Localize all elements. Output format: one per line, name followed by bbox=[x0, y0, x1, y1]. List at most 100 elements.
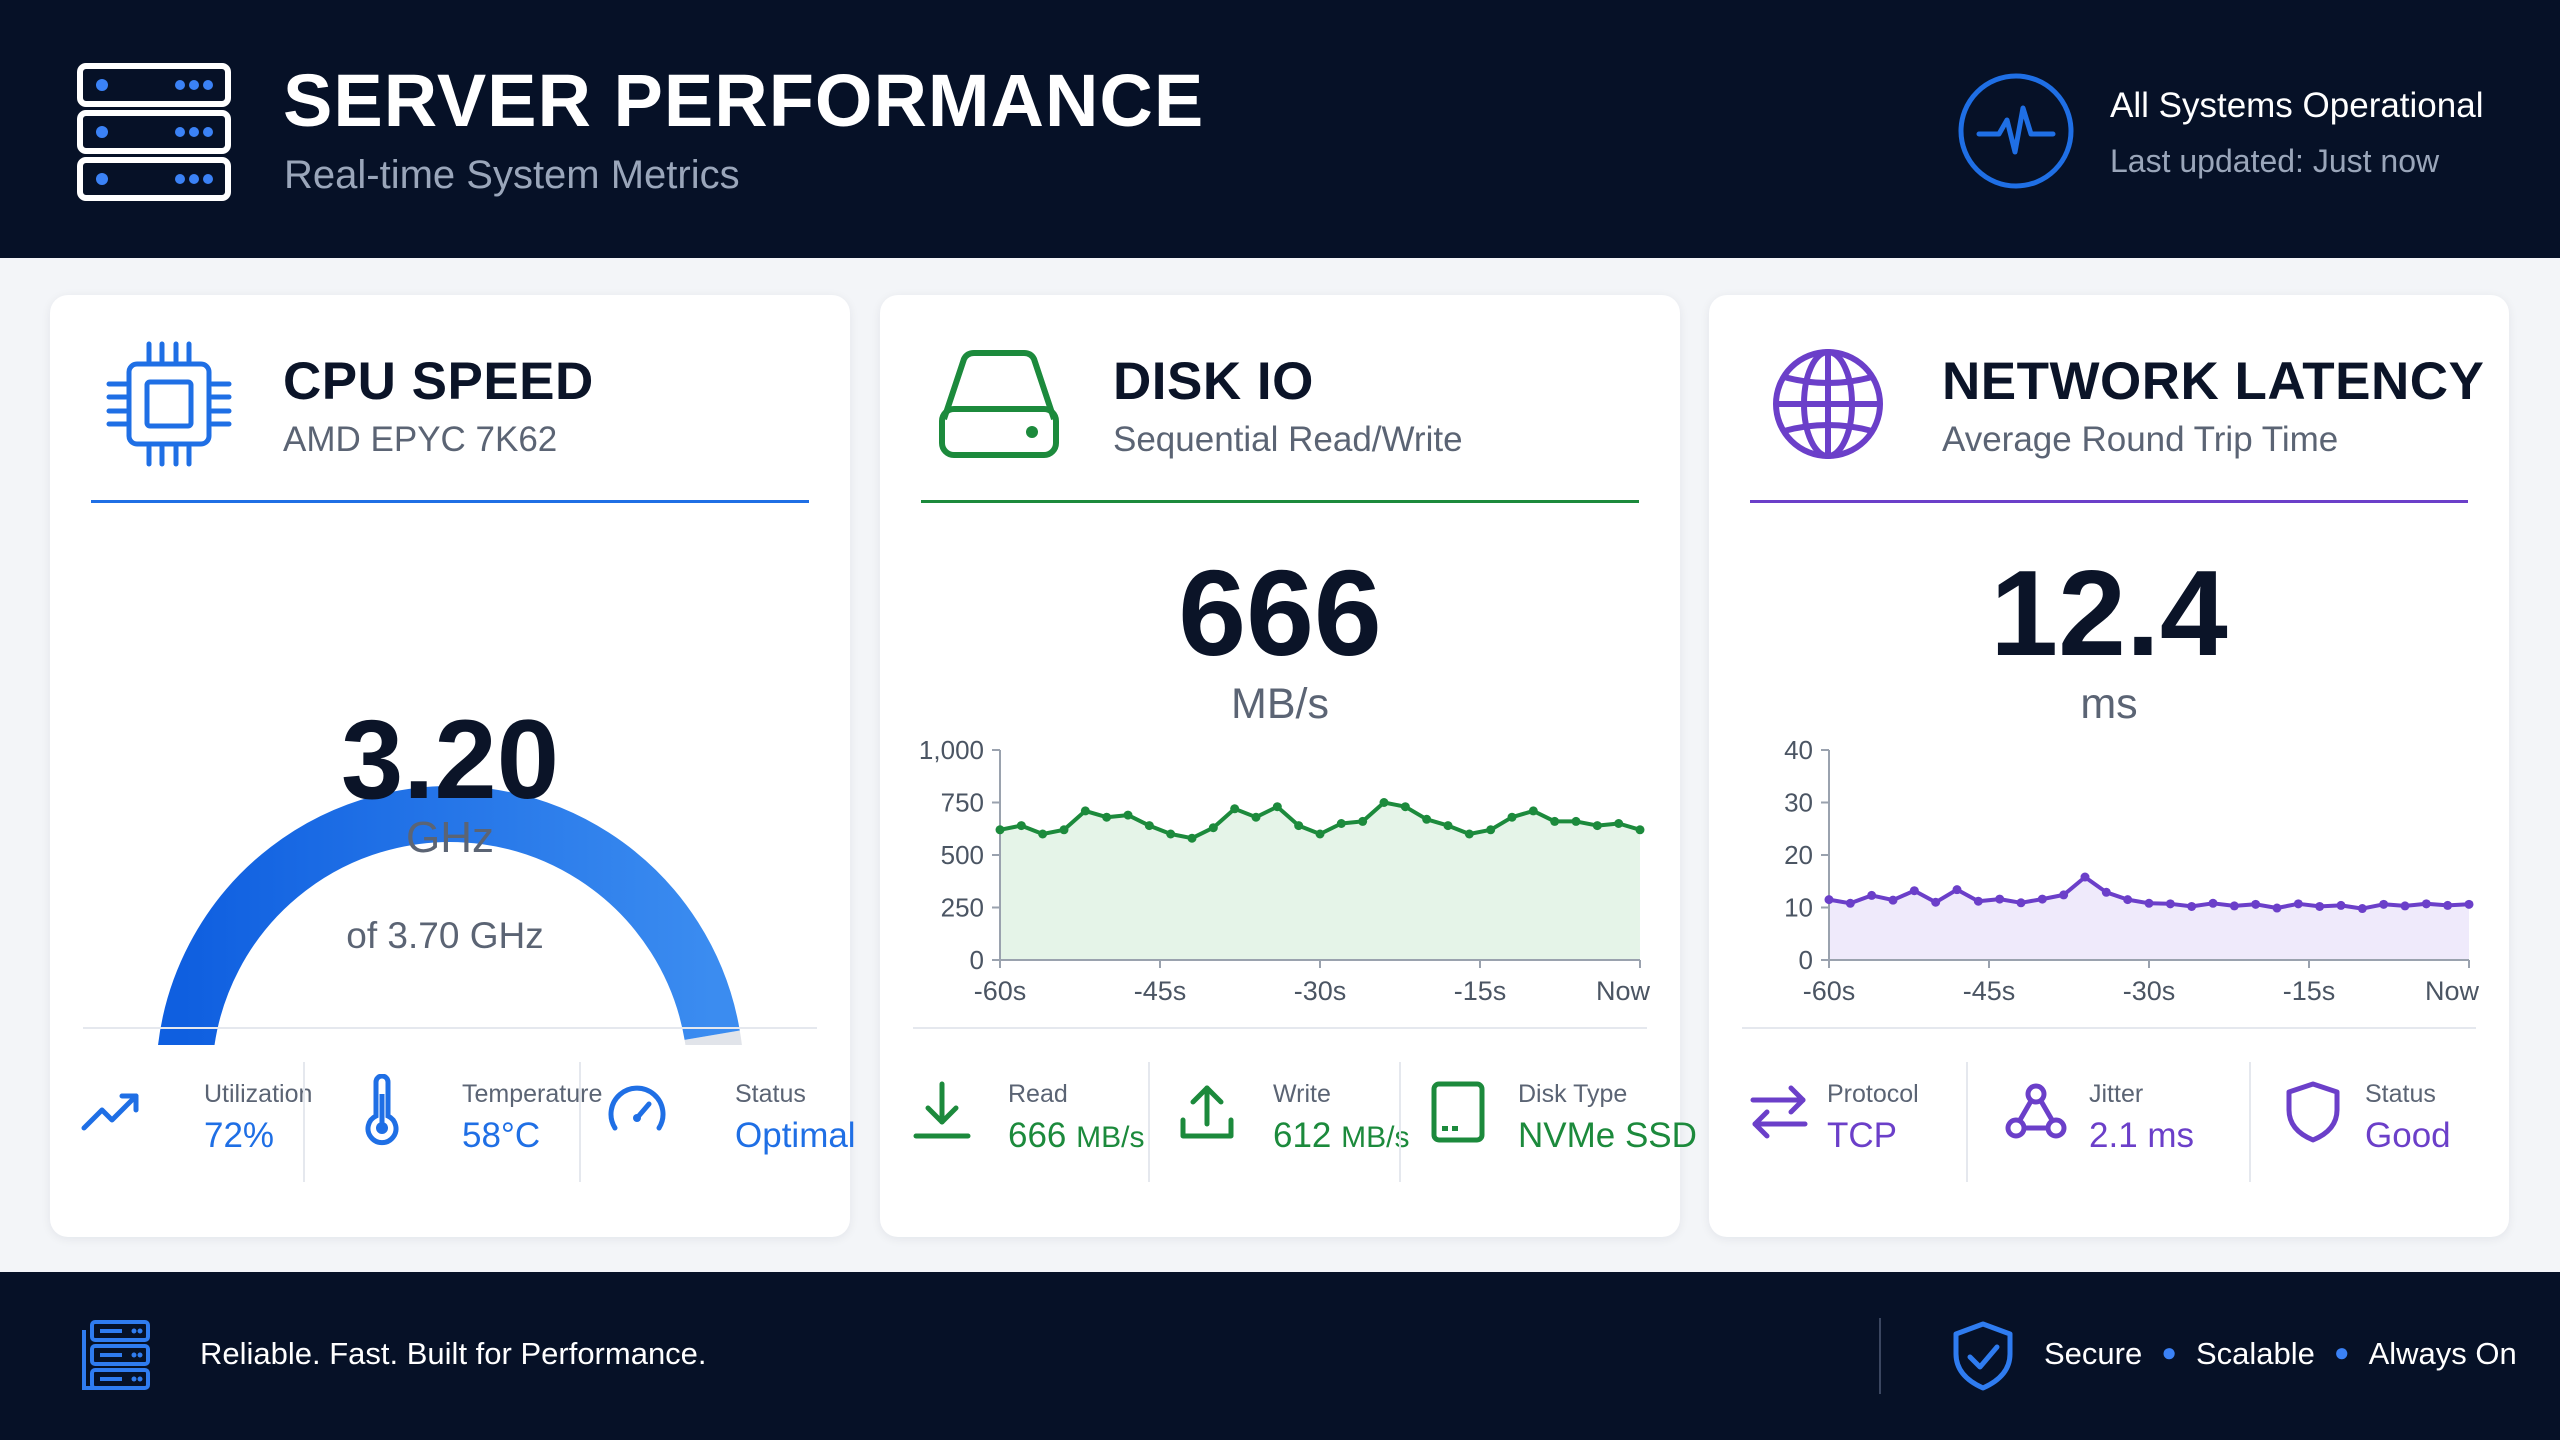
swap-arrows-icon bbox=[1750, 1085, 1808, 1139]
x-tick-label: -60s bbox=[1803, 976, 1856, 1006]
hard-drive-icon bbox=[939, 350, 1059, 458]
divider bbox=[83, 1027, 817, 1029]
divider bbox=[579, 1062, 581, 1182]
divider bbox=[303, 1062, 305, 1182]
header: SERVER PERFORMANCE Real-time System Metr… bbox=[0, 0, 2560, 258]
data-point bbox=[2123, 895, 2133, 905]
data-point bbox=[1080, 806, 1090, 816]
data-point bbox=[1952, 885, 1962, 895]
stat-label: Jitter bbox=[2089, 1080, 2144, 1108]
data-point bbox=[2101, 887, 2111, 897]
y-tick-label: 30 bbox=[1784, 788, 1813, 818]
data-point bbox=[1230, 804, 1240, 814]
data-point bbox=[1379, 798, 1389, 807]
last-updated-text: Last updated: Just now bbox=[2110, 143, 2440, 179]
data-point bbox=[2037, 894, 2047, 904]
stat-value: Good bbox=[2365, 1116, 2451, 1155]
data-point bbox=[1486, 825, 1496, 835]
disk-accent-rule bbox=[921, 500, 1639, 503]
network-stats: Protocol TCP Jitter 2.1 ms Status Good bbox=[1709, 1050, 2509, 1200]
data-point bbox=[1272, 802, 1282, 812]
data-point bbox=[1336, 819, 1346, 828]
network-latency-card: NETWORK LATENCY Average Round Trip Time … bbox=[1709, 295, 2509, 1237]
x-tick-label: -30s bbox=[2123, 976, 2176, 1006]
globe-icon bbox=[1773, 349, 1883, 459]
stat-label: Utilization bbox=[204, 1080, 313, 1108]
x-tick-label: -15s bbox=[1454, 976, 1507, 1006]
disk-card-subtitle: Sequential Read/Write bbox=[1113, 420, 1463, 459]
data-point bbox=[1443, 821, 1453, 831]
data-point bbox=[2272, 903, 2282, 913]
x-tick-label: Now bbox=[2425, 976, 2480, 1006]
data-point bbox=[1208, 823, 1218, 833]
data-point bbox=[995, 825, 1005, 835]
y-tick-label: 1,000 bbox=[919, 735, 984, 765]
footer: Reliable. Fast. Built for Performance. S… bbox=[0, 1272, 2560, 1440]
page-title: SERVER PERFORMANCE bbox=[283, 59, 1205, 142]
badge-secure: Secure bbox=[2044, 1336, 2143, 1371]
footer-tagline: Reliable. Fast. Built for Performance. bbox=[200, 1336, 707, 1371]
y-tick-label: 750 bbox=[941, 788, 984, 818]
shield-check-icon bbox=[1953, 1321, 2013, 1391]
data-point bbox=[1528, 806, 1538, 816]
data-point bbox=[1507, 812, 1517, 822]
data-point bbox=[2059, 890, 2069, 900]
data-point bbox=[1931, 897, 1941, 907]
bullet: ● bbox=[2161, 1337, 2177, 1367]
cpu-chip-icon bbox=[106, 341, 232, 467]
data-point bbox=[1315, 829, 1325, 839]
data-point bbox=[1824, 895, 1834, 905]
data-point bbox=[2315, 901, 2325, 911]
disk-io-value: 666 bbox=[1178, 545, 1382, 681]
ssd-icon bbox=[1431, 1081, 1485, 1143]
x-tick-label: -15s bbox=[2283, 976, 2336, 1006]
data-point bbox=[2464, 899, 2474, 909]
cpu-stats: Utilization 72% Temperature 58°C Status … bbox=[50, 1050, 856, 1200]
data-point bbox=[2421, 899, 2431, 909]
x-tick-label: -45s bbox=[1134, 976, 1187, 1006]
network-card-title: NETWORK LATENCY bbox=[1942, 352, 2485, 411]
disk-io-chart: 0 250 500 750 1,000 -60s -45s -30s -15s Now bbox=[880, 715, 1680, 1015]
data-point bbox=[1614, 819, 1624, 828]
divider bbox=[1879, 1318, 1881, 1394]
divider bbox=[1148, 1062, 1150, 1182]
data-point bbox=[2165, 899, 2175, 909]
cpu-speed-card: CPU SPEED AMD EPYC 7K62 3.20 GHz of 3.70… bbox=[50, 295, 856, 1237]
data-point bbox=[2080, 872, 2090, 882]
network-card-subtitle: Average Round Trip Time bbox=[1942, 420, 2339, 459]
badge-scalable: Scalable bbox=[2195, 1336, 2315, 1371]
data-point bbox=[1867, 890, 1877, 900]
divider bbox=[1742, 1027, 2476, 1029]
data-point bbox=[2208, 898, 2218, 908]
x-tick-label: -30s bbox=[1294, 976, 1347, 1006]
y-tick-label: 20 bbox=[1784, 840, 1813, 870]
y-tick-label: 500 bbox=[941, 840, 984, 870]
y-tick-label: 10 bbox=[1784, 893, 1813, 923]
chart-area bbox=[1000, 802, 1640, 960]
disk-stats: Read 666 MB/s Write 612 MB/s Disk Type N… bbox=[880, 1050, 1697, 1200]
data-point bbox=[1144, 821, 1154, 831]
data-point bbox=[1909, 886, 1919, 896]
page-subtitle: Real-time System Metrics bbox=[284, 153, 740, 197]
disk-card-title: DISK IO bbox=[1113, 352, 1314, 411]
server-stack-icon bbox=[82, 1320, 150, 1390]
data-point bbox=[1995, 894, 2005, 904]
chart-area bbox=[1829, 877, 2469, 960]
data-point bbox=[1294, 821, 1304, 831]
cpu-card-title: CPU SPEED bbox=[283, 352, 594, 411]
data-point bbox=[2251, 899, 2261, 909]
data-point bbox=[1464, 829, 1474, 839]
data-point bbox=[1251, 812, 1261, 822]
stat-value: 2.1 ms bbox=[2089, 1116, 2195, 1155]
data-point bbox=[2336, 900, 2346, 910]
bullet: ● bbox=[2333, 1337, 2350, 1367]
pulse-icon bbox=[1958, 73, 2074, 189]
upload-icon bbox=[1180, 1085, 1234, 1139]
data-point bbox=[1973, 896, 1983, 906]
data-point bbox=[2229, 901, 2239, 911]
data-point bbox=[2357, 904, 2367, 914]
data-point bbox=[1187, 833, 1197, 843]
data-point bbox=[1422, 814, 1432, 824]
stat-value: 58°C bbox=[462, 1116, 541, 1155]
y-tick-label: 0 bbox=[970, 945, 984, 975]
